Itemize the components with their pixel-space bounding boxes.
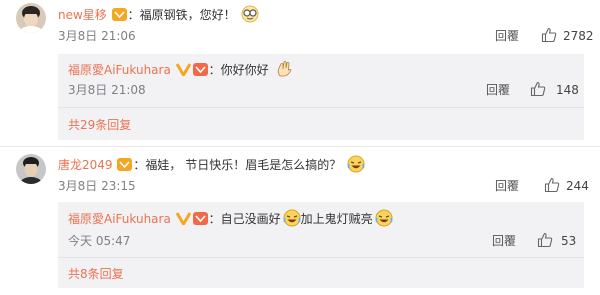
comment-text: ：福原钢铁，您好！ — [127, 8, 236, 22]
vip-badge-icon — [111, 8, 127, 21]
reply-thread: 福原愛AiFukuhara ：自己没画好 加上鬼灯贼亮 今天 05:47 回覆 … — [58, 202, 584, 288]
reply-thread: 福原愛AiFukuhara ：你好你好 3月8日 21:08 回覆 148 共2… — [58, 54, 584, 140]
reply-button[interactable]: 回覆 — [495, 179, 519, 193]
reply-username-link[interactable]: 福原愛AiFukuhara — [68, 63, 171, 77]
waving-hand-emoji-icon — [275, 60, 293, 78]
reply-button[interactable]: 回覆 — [492, 234, 516, 248]
thumb-up-icon[interactable] — [537, 232, 553, 248]
reply-button[interactable]: 回覆 — [495, 29, 519, 43]
comment-date: 3月8日 23:15 — [58, 179, 136, 193]
reply-button[interactable]: 回覆 — [486, 83, 510, 97]
comment-date: 3月8日 21:06 — [58, 29, 136, 43]
more-replies-link[interactable]: 共8条回复 — [68, 267, 124, 281]
comment-separator — [0, 146, 600, 147]
reply-date: 3月8日 21:08 — [68, 83, 146, 97]
more-replies-link[interactable]: 共29条回复 — [68, 118, 131, 132]
laughing-tears-emoji-icon — [347, 155, 365, 173]
comment-text: ：福娃， 节日快乐！眉毛是怎么搞的？ — [133, 158, 342, 172]
thumb-up-icon[interactable] — [544, 177, 560, 193]
thumb-up-icon[interactable] — [530, 81, 546, 97]
verified-v-badge-icon — [175, 212, 191, 227]
vip-badge-icon — [117, 158, 133, 171]
like-count: 2782 — [563, 29, 594, 43]
username-link[interactable]: new星移 — [58, 8, 107, 22]
nerd-glasses-emoji-icon — [241, 5, 259, 23]
like-count: 244 — [566, 179, 589, 193]
reply-text: ：你好你好 — [208, 63, 269, 77]
reply-text-continued: 加上鬼灯贼亮 — [300, 212, 373, 226]
avatar[interactable] — [16, 154, 46, 184]
username-link[interactable]: 唐龙2049 — [58, 158, 113, 172]
divider — [58, 107, 584, 108]
vip-badge-icon — [192, 212, 208, 225]
verified-v-badge-icon — [175, 63, 191, 78]
laughing-tears-emoji-icon — [375, 209, 393, 227]
reply-username-link[interactable]: 福原愛AiFukuhara — [68, 212, 171, 226]
reply-text: ：自己没画好 — [208, 212, 281, 226]
laughing-tears-emoji-icon — [283, 209, 301, 227]
reply-date: 今天 05:47 — [68, 234, 131, 248]
like-count: 53 — [561, 234, 577, 248]
like-count: 148 — [556, 83, 579, 97]
thumb-up-icon[interactable] — [541, 27, 557, 43]
avatar[interactable] — [16, 3, 46, 33]
divider — [58, 257, 584, 258]
vip-badge-icon — [192, 63, 208, 76]
